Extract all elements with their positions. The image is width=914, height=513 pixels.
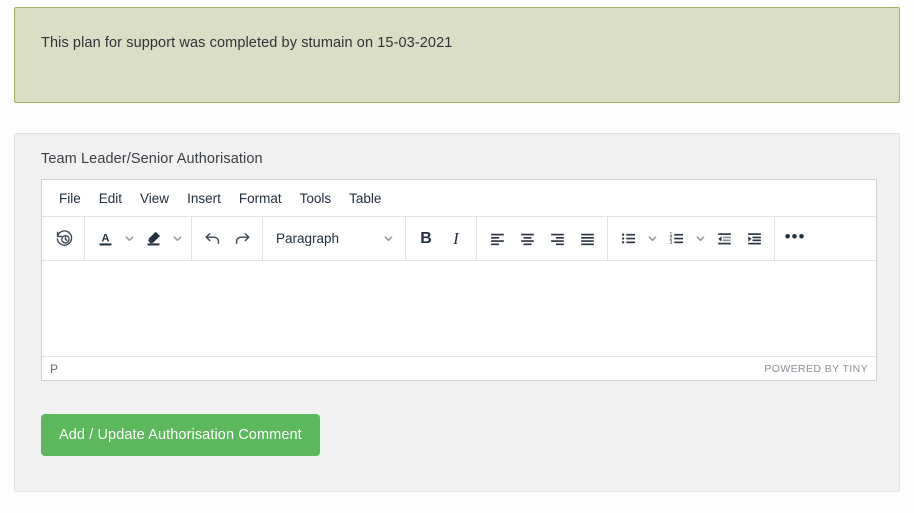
toolbar-group-more: •••: [774, 217, 815, 260]
restore-draft-icon[interactable]: [49, 224, 79, 254]
numbered-list-chevron-down-icon[interactable]: [691, 224, 709, 254]
bold-label: B: [420, 229, 432, 247]
bullet-list-icon[interactable]: [613, 224, 643, 254]
text-color-icon[interactable]: A: [90, 224, 120, 254]
svg-text:3: 3: [669, 240, 672, 246]
page-title: Team Leader/Senior Authorisation: [41, 151, 263, 167]
menu-item-format[interactable]: Format: [230, 187, 291, 210]
toolbar-group-history: [44, 217, 85, 260]
more-dots-label: •••: [784, 227, 806, 246]
align-left-icon[interactable]: [482, 224, 512, 254]
toolbar-group-undo-redo: [192, 217, 263, 260]
tiny-branding-link[interactable]: POWERED BY TINY: [764, 363, 868, 375]
outdent-icon[interactable]: [709, 224, 739, 254]
toolbar-group-alignment: [477, 217, 608, 260]
toolbar-group-block-format: Paragraph: [263, 217, 406, 260]
editor-menubar: File Edit View Insert Format Tools Table: [42, 180, 876, 217]
align-justify-icon[interactable]: [572, 224, 602, 254]
bold-button[interactable]: B: [411, 224, 441, 254]
undo-icon[interactable]: [197, 224, 227, 254]
italic-button[interactable]: I: [441, 224, 471, 254]
menu-item-insert[interactable]: Insert: [178, 187, 230, 210]
more-options-icon[interactable]: •••: [780, 224, 810, 254]
authorisation-card: Team Leader/Senior Authorisation File Ed…: [14, 133, 900, 492]
toolbar-group-text-style: B I: [406, 217, 477, 260]
menu-item-edit[interactable]: Edit: [90, 187, 131, 210]
editor-statusbar: P POWERED BY TINY: [42, 356, 876, 380]
rich-text-editor: File Edit View Insert Format Tools Table: [41, 179, 877, 381]
italic-label: I: [453, 228, 459, 248]
svg-text:A: A: [101, 233, 109, 245]
bullet-list-chevron-down-icon[interactable]: [643, 224, 661, 254]
editor-content-area[interactable]: [42, 261, 876, 356]
add-update-authorisation-comment-button[interactable]: Add / Update Authorisation Comment: [41, 414, 320, 456]
completion-alert-banner: This plan for support was completed by s…: [14, 7, 900, 103]
menu-item-file[interactable]: File: [50, 187, 90, 210]
block-format-value: Paragraph: [276, 231, 340, 246]
block-format-chevron-down-icon: [383, 233, 394, 244]
numbered-list-icon[interactable]: 1 2 3: [661, 224, 691, 254]
align-right-icon[interactable]: [542, 224, 572, 254]
text-color-chevron-down-icon[interactable]: [120, 224, 138, 254]
highlight-color-chevron-down-icon[interactable]: [168, 224, 186, 254]
menu-item-table[interactable]: Table: [340, 187, 390, 210]
indent-icon[interactable]: [739, 224, 769, 254]
completion-alert-text: This plan for support was completed by s…: [41, 35, 453, 51]
page-root: This plan for support was completed by s…: [0, 0, 914, 513]
toolbar-group-lists: 1 2 3: [608, 217, 774, 260]
redo-icon[interactable]: [227, 224, 257, 254]
menu-item-tools[interactable]: Tools: [291, 187, 341, 210]
toolbar-group-colors: A: [85, 217, 192, 260]
editor-toolbar: A Paragraph B I 1 2 3 •••: [42, 217, 876, 261]
highlight-color-icon[interactable]: [138, 224, 168, 254]
element-path[interactable]: P: [50, 362, 58, 376]
align-center-icon[interactable]: [512, 224, 542, 254]
block-format-select[interactable]: Paragraph: [268, 224, 400, 254]
menu-item-view[interactable]: View: [131, 187, 178, 210]
